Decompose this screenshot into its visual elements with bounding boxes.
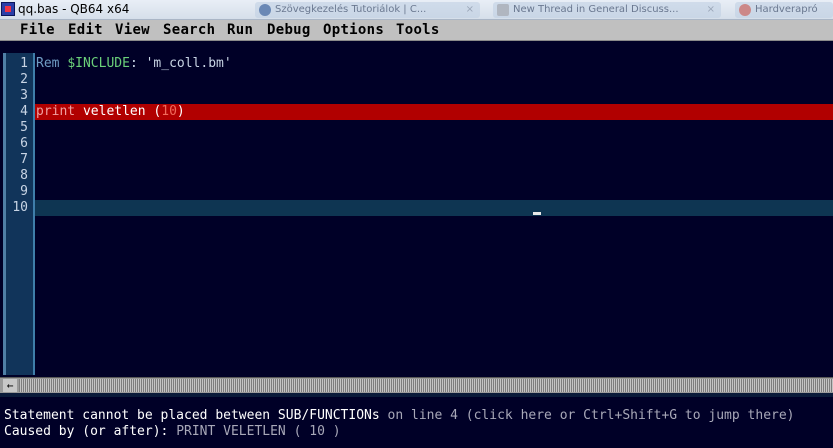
line-number: 8 — [20, 168, 28, 183]
error-message-line[interactable]: Statement cannot be placed between SUB/F… — [4, 408, 795, 423]
line-number: 1 — [20, 56, 28, 71]
line-number: 4 — [20, 104, 28, 119]
browser-tab-icon — [497, 4, 509, 16]
include-filename: 'm_coll.bm' — [145, 56, 232, 71]
close-icon[interactable]: × — [466, 2, 474, 18]
identifier: veletlen — [82, 104, 146, 119]
code-line-1[interactable]: Rem $INCLUDE: 'm_coll.bm' — [36, 56, 232, 72]
horizontal-scrollbar[interactable]: ← — [0, 377, 833, 393]
error-message: Statement cannot be placed between SUB/F… — [4, 408, 380, 423]
cause-line: Caused by (or after): PRINT VELETLEN ( 1… — [4, 424, 341, 439]
background-tab-2[interactable]: New Thread in General Discuss... × — [493, 2, 721, 18]
cause-label: Caused by (or after): — [4, 424, 177, 439]
status-panel[interactable]: Statement cannot be placed between SUB/F… — [0, 393, 833, 448]
line-number: 10 — [12, 200, 28, 215]
line-number: 3 — [20, 88, 28, 103]
title-bar[interactable]: qq.bas - QB64 x64 Szövegkezelés Tutoriál… — [0, 0, 833, 20]
qb64-app-icon[interactable] — [1, 2, 15, 16]
background-tab-label: New Thread in General Discuss... — [513, 4, 679, 15]
cause-text: PRINT VELETLEN ( 10 ) — [176, 424, 341, 439]
window-title: qq.bas - QB64 x64 — [18, 2, 130, 16]
menu-tools[interactable]: Tools — [396, 22, 440, 38]
code-editor[interactable]: 1 2 3 4 5 6 7 8 9 10 Rem $INCLUDE: 'm_co… — [0, 41, 833, 377]
include-metacommand: $INCLUDE — [67, 56, 130, 71]
menu-run[interactable]: Run — [227, 22, 253, 38]
close-paren: ) — [176, 104, 185, 119]
line-number: 9 — [20, 184, 28, 199]
line-number: 6 — [20, 136, 28, 151]
menu-bar: File Edit View Search Run Debug Options … — [0, 20, 833, 41]
menu-options[interactable]: Options — [323, 22, 384, 38]
background-tab-label: Hardverapró — [755, 4, 818, 15]
line-number: 2 — [20, 72, 28, 87]
background-tab-1[interactable]: Szövegkezelés Tutoriálok | C... × — [255, 2, 480, 18]
separator: : — [129, 56, 146, 71]
menu-debug[interactable]: Debug — [267, 22, 311, 38]
menu-file[interactable]: File — [20, 22, 55, 38]
menu-edit[interactable]: Edit — [68, 22, 103, 38]
menu-view[interactable]: View — [115, 22, 150, 38]
current-line-highlight — [35, 200, 833, 216]
scrollbar-track[interactable] — [19, 379, 833, 392]
scroll-left-arrow-icon[interactable]: ← — [3, 379, 17, 392]
error-location-link[interactable]: on line 4 (click here or Ctrl+Shift+G to… — [380, 408, 795, 423]
background-tab-3[interactable]: Hardverapró — [735, 2, 833, 18]
browser-tab-icon — [259, 4, 271, 16]
text-cursor-icon — [533, 212, 541, 215]
browser-tab-icon — [739, 4, 751, 16]
background-tab-label: Szövegkezelés Tutoriálok | C... — [275, 4, 427, 15]
print-keyword: print — [36, 104, 76, 119]
line-number: 7 — [20, 152, 28, 167]
menu-search[interactable]: Search — [163, 22, 215, 38]
close-icon[interactable]: × — [707, 2, 715, 18]
number-literal: 10 — [161, 104, 177, 119]
rem-keyword: Rem — [36, 56, 60, 71]
line-number: 5 — [20, 120, 28, 135]
code-line-4[interactable]: print veletlen (10) — [36, 104, 185, 120]
